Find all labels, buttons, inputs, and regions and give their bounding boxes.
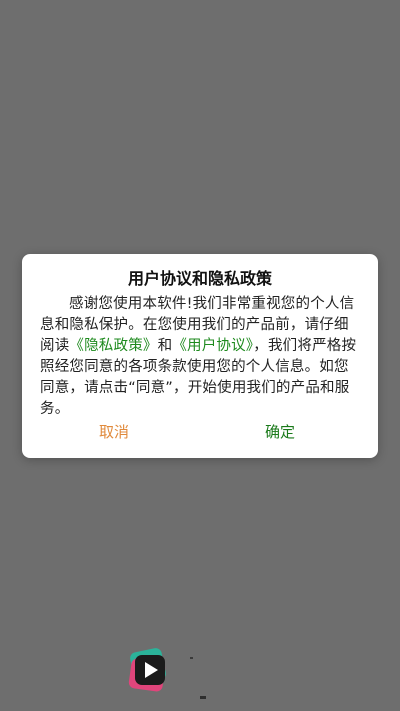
confirm-button[interactable]: 确定 — [265, 418, 295, 446]
screen: 用户协议和隐私政策 感谢您使用本软件!我们非常重视您的个人信息和隐私保护。在您使… — [0, 0, 400, 711]
decorative-mark — [190, 657, 193, 659]
dialog-body: 感谢您使用本软件!我们非常重视您的个人信息和隐私保护。在您使用我们的产品前，请仔… — [40, 294, 360, 420]
dialog-and-text: 和 — [157, 338, 173, 354]
agreement-dialog: 用户协议和隐私政策 感谢您使用本软件!我们非常重视您的个人信息和隐私保护。在您使… — [22, 254, 378, 458]
cancel-button[interactable]: 取消 — [99, 418, 129, 446]
privacy-policy-link[interactable]: 《隐私政策》 — [69, 338, 157, 354]
app-logo-icon — [126, 646, 172, 694]
dialog-title: 用户协议和隐私政策 — [127, 269, 272, 288]
user-agreement-link[interactable]: 《用户协议》 — [172, 338, 253, 354]
dialog-buttons: 取消 确定 — [22, 418, 378, 446]
decorative-mark — [200, 696, 206, 699]
